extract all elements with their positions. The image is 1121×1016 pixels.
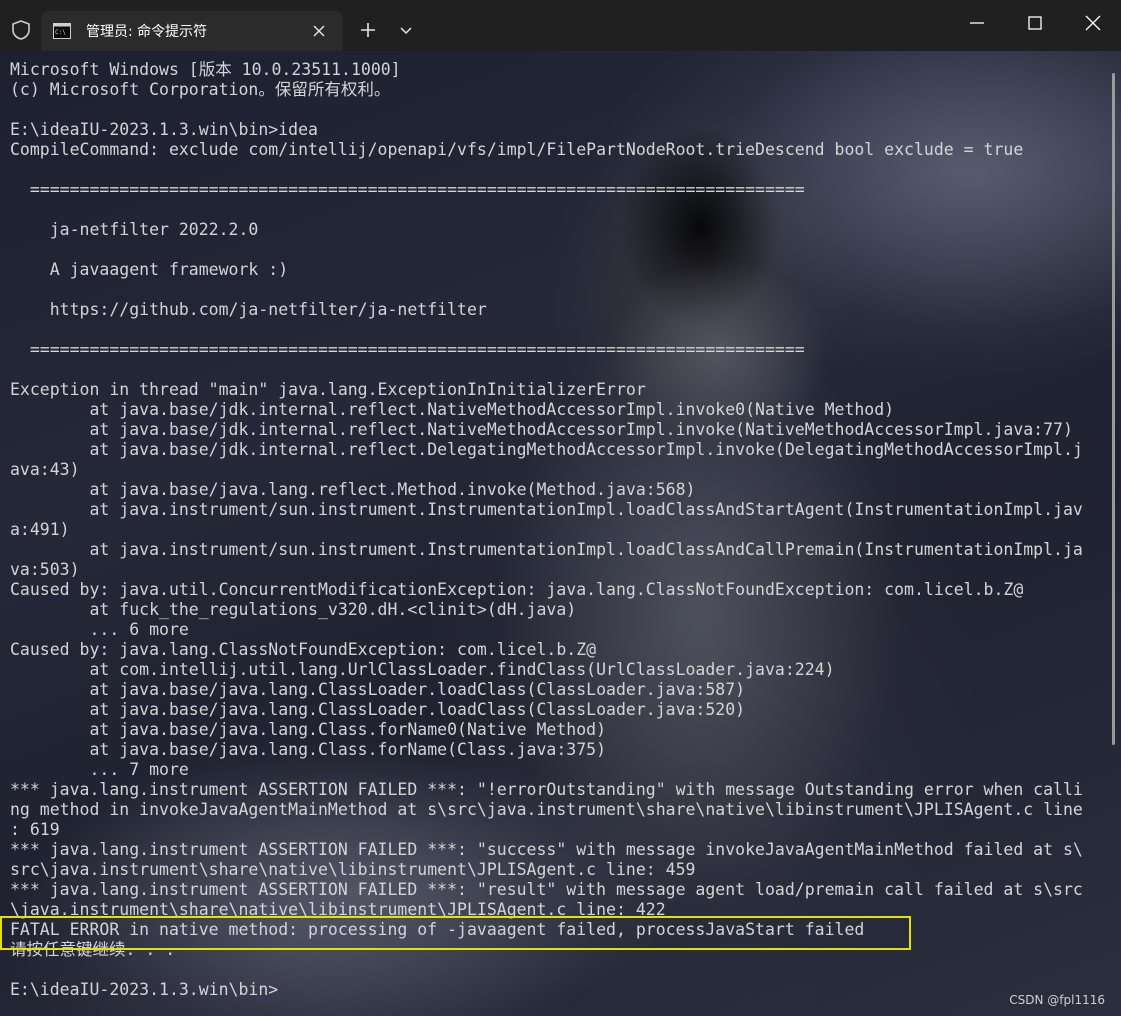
terminal-line: E:\ideaIU-2023.1.3.win\bin> xyxy=(10,980,279,999)
console-output: Microsoft Windows [版本 10.0.23511.1000] (c… xyxy=(10,60,1083,1000)
terminal-line: va:503) xyxy=(10,560,80,579)
terminal-line: at java.instrument/sun.instrument.Instru… xyxy=(10,540,1083,559)
tab-command-prompt[interactable]: C:\ 管理员: 命令提示符 xyxy=(41,11,343,51)
minimize-icon xyxy=(970,22,984,24)
terminal-line: a:491) xyxy=(10,520,70,539)
maximize-icon xyxy=(1028,16,1042,30)
terminal-line: ng method in invokeJavaAgentMainMethod a… xyxy=(10,800,1083,819)
tab-title: 管理员: 命令提示符 xyxy=(86,24,208,40)
terminal-line: at java.instrument/sun.instrument.Instru… xyxy=(10,500,1083,519)
title-bar[interactable]: C:\ 管理员: 命令提示符 xyxy=(0,0,1121,51)
close-icon[interactable] xyxy=(309,21,329,41)
maximize-button[interactable] xyxy=(1006,0,1064,46)
terminal-line: https://github.com/ja-netfilter/ja-netfi… xyxy=(10,300,487,319)
terminal-line: Exception in thread "main" java.lang.Exc… xyxy=(10,380,646,399)
terminal-line: at fuck_the_regulations_v320.dH.<clinit>… xyxy=(10,600,577,619)
terminal-line: A javaagent framework :) xyxy=(10,260,289,279)
terminal-line: : 619 xyxy=(10,820,60,839)
terminal-line: ava:43) xyxy=(10,460,80,479)
terminal-line: src\java.instrument\share\native\libinst… xyxy=(10,860,696,879)
terminal-line: at java.base/jdk.internal.reflect.Native… xyxy=(10,420,1073,439)
terminal-line: at java.base/java.lang.ClassLoader.loadC… xyxy=(10,680,746,699)
svg-text:C:\: C:\ xyxy=(55,29,66,36)
terminal-line: at java.base/java.lang.reflect.Method.in… xyxy=(10,480,696,499)
terminal-line: CompileCommand: exclude com/intellij/ope… xyxy=(10,140,1024,159)
terminal-line: ... 7 more xyxy=(10,760,189,779)
terminal-line: at java.base/jdk.internal.reflect.Native… xyxy=(10,400,895,419)
terminal-window: C:\ 管理员: 命令提示符 Microsoft Windows [版本 10.… xyxy=(0,0,1121,1016)
terminal-line: *** java.lang.instrument ASSERTION FAILE… xyxy=(10,780,1083,799)
minimize-button[interactable] xyxy=(948,0,1006,46)
scrollbar[interactable] xyxy=(1112,73,1115,745)
terminal-line: Caused by: java.lang.ClassNotFoundExcept… xyxy=(10,640,597,659)
terminal-icon: C:\ xyxy=(53,23,71,39)
terminal-line: at java.base/java.lang.Class.forName(Cla… xyxy=(10,740,607,759)
terminal-line: ja-netfilter 2022.2.0 xyxy=(10,220,259,239)
terminal-line: at com.intellij.util.lang.UrlClassLoader… xyxy=(10,660,835,679)
terminal-line: ... 6 more xyxy=(10,620,189,639)
terminal-line: Caused by: java.util.ConcurrentModificat… xyxy=(10,580,1024,599)
terminal-line: *** java.lang.instrument ASSERTION FAILE… xyxy=(10,880,1083,899)
shield-icon xyxy=(10,19,32,41)
terminal-line: at java.base/java.lang.Class.forName0(Na… xyxy=(10,720,607,739)
plus-icon[interactable] xyxy=(355,17,381,43)
terminal-line: ========================================… xyxy=(10,180,805,199)
terminal-line: *** java.lang.instrument ASSERTION FAILE… xyxy=(10,840,1083,859)
close-button[interactable] xyxy=(1064,0,1121,46)
terminal-line: Microsoft Windows [版本 10.0.23511.1000] xyxy=(10,60,401,79)
close-icon xyxy=(1085,15,1101,31)
error-highlight-box xyxy=(0,916,911,950)
terminal-output-area[interactable]: Microsoft Windows [版本 10.0.23511.1000] (c… xyxy=(0,51,1121,1016)
chevron-down-icon[interactable] xyxy=(393,17,419,43)
terminal-line: (c) Microsoft Corporation。保留所有权利。 xyxy=(10,80,391,99)
terminal-line: at java.base/jdk.internal.reflect.Delega… xyxy=(10,440,1083,459)
terminal-line: ========================================… xyxy=(10,340,805,359)
terminal-line: E:\ideaIU-2023.1.3.win\bin>idea xyxy=(10,120,318,139)
watermark: CSDN @fpl1116 xyxy=(1009,993,1105,1007)
terminal-line: at java.base/java.lang.ClassLoader.loadC… xyxy=(10,700,746,719)
